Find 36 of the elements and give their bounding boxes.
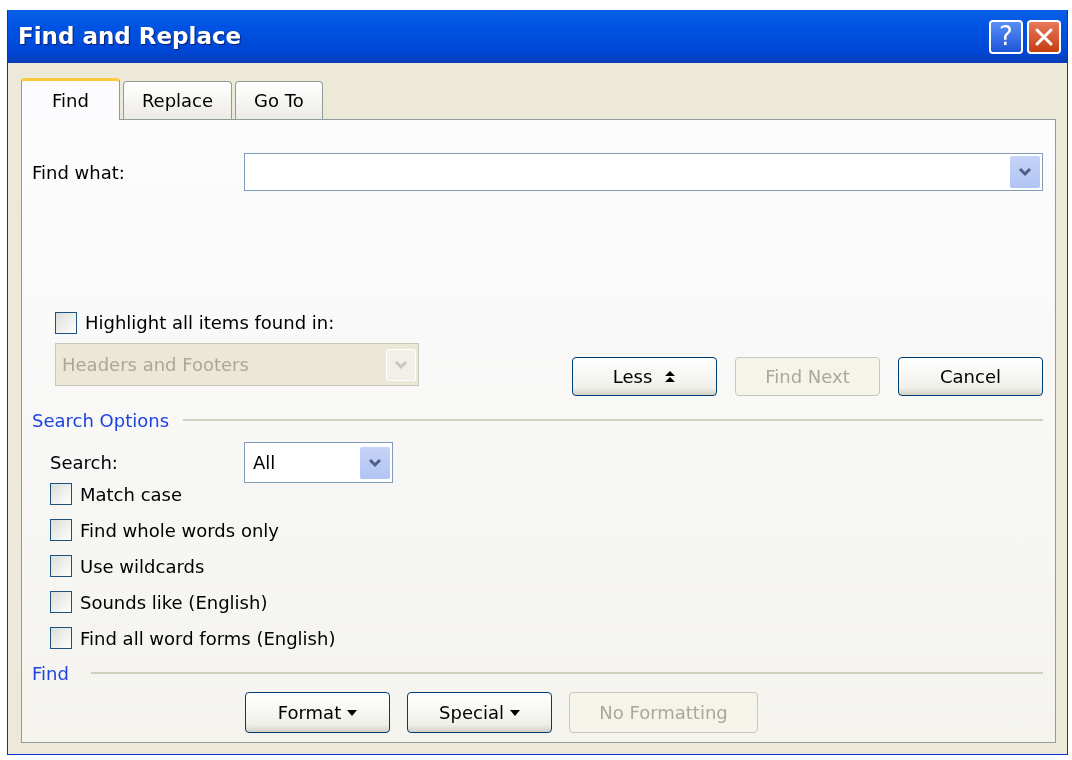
chevron-down-icon	[368, 457, 382, 468]
section-heading: Search Options	[32, 408, 169, 433]
checkbox[interactable]	[50, 591, 72, 613]
dropdown-arrow-icon	[347, 709, 358, 716]
option-label: Sounds like (English)	[80, 590, 268, 615]
dialog-button[interactable]: Special	[407, 692, 552, 733]
section-heading: Find	[32, 661, 69, 686]
dropdown-button[interactable]	[1010, 156, 1040, 188]
tab[interactable]: Replace	[122, 81, 233, 119]
checkbox[interactable]	[50, 555, 72, 577]
option-label: Use wildcards	[80, 554, 205, 579]
option-label: Find whole words only	[80, 518, 279, 543]
option-label: Find all word forms (English)	[80, 626, 336, 651]
dialog-button[interactable]: Cancel	[898, 357, 1043, 396]
window-title: Find and Replace	[18, 22, 242, 52]
dialog-button[interactable]: Less	[572, 357, 717, 396]
checkbox[interactable]	[50, 519, 72, 541]
search-label: Search:	[50, 451, 119, 475]
tab[interactable]: Go To	[235, 81, 323, 119]
chevron-down-icon	[394, 359, 408, 370]
dropdown-arrow-icon	[509, 709, 520, 716]
option-label: Match case	[80, 482, 183, 507]
checkbox[interactable]	[55, 311, 77, 334]
close-icon	[1034, 26, 1054, 47]
checkbox[interactable]	[50, 483, 72, 505]
tab[interactable]: Find	[21, 78, 120, 120]
close-button[interactable]	[1027, 19, 1061, 54]
double-up-arrow-icon	[664, 370, 677, 383]
search-select[interactable]: All	[244, 442, 393, 483]
find-what-field[interactable]	[244, 153, 1043, 191]
dialog-button[interactable]: Format	[245, 692, 390, 733]
highlight-label: Highlight all items found in:	[85, 311, 335, 335]
find-what-label: Find what:	[32, 160, 126, 185]
chevron-down-icon	[1018, 167, 1032, 177]
help-button[interactable]: ?	[989, 19, 1023, 54]
checkbox[interactable]	[50, 627, 72, 649]
